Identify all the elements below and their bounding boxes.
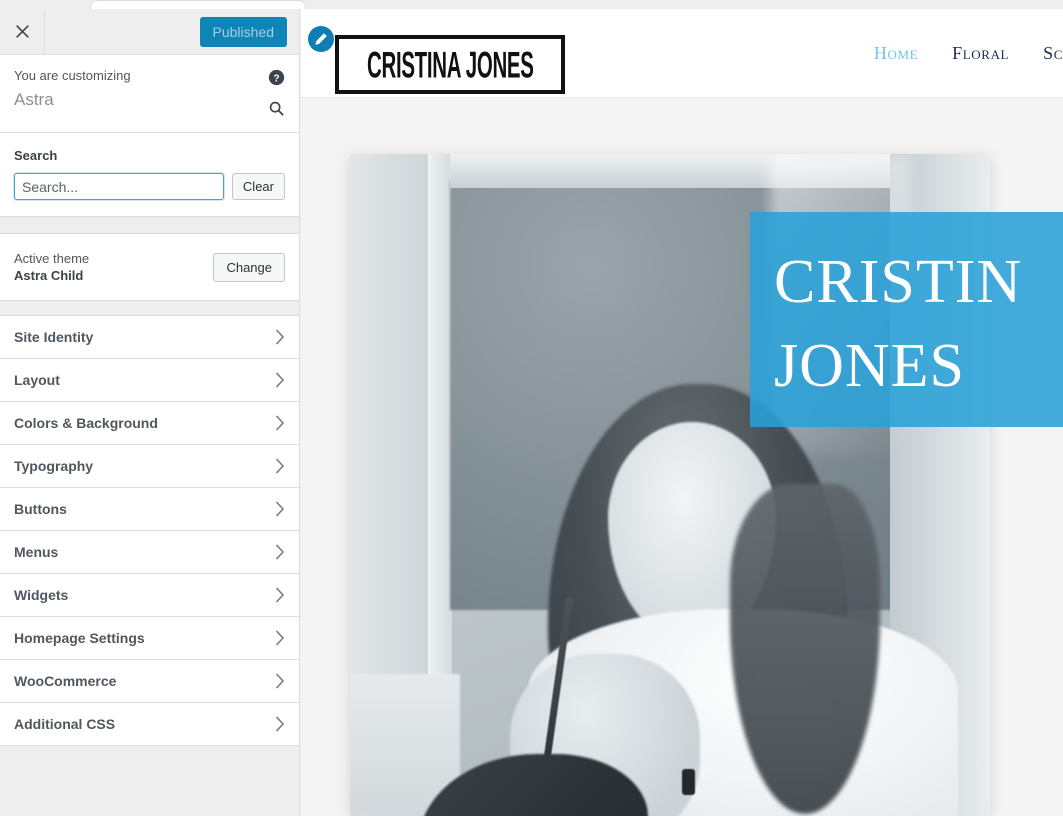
close-icon [15,25,29,38]
svg-text:?: ? [273,73,279,84]
nav-item-floral[interactable]: Floral [952,43,1009,64]
hero-overlay-text: CRISTIN JONES [774,248,1023,400]
close-customizer-button[interactable] [0,9,45,54]
panel-item-label: Layout [14,372,60,388]
panel-item-label: Homepage Settings [14,630,145,646]
chevron-right-icon [275,501,285,517]
chevron-right-icon [275,673,285,689]
site-header: CRISTINA JONES Home Floral Sc [301,9,1063,98]
nav-item-home[interactable]: Home [874,43,918,64]
nav-item-sc[interactable]: Sc [1043,43,1063,64]
panel-item-buttons[interactable]: Buttons [0,488,299,531]
customize-info-panel: You are customizing Astra ? [0,55,299,133]
panel-item-label: Widgets [14,587,69,603]
chevron-right-icon [275,587,285,603]
panel-item-menus[interactable]: Menus [0,531,299,574]
panel-item-additional-css[interactable]: Additional CSS [0,703,299,746]
panel-item-site-identity[interactable]: Site Identity [0,316,299,359]
chevron-right-icon [275,458,285,474]
help-icon[interactable]: ? [268,69,285,86]
panel-item-homepage-settings[interactable]: Homepage Settings [0,617,299,660]
change-theme-button[interactable]: Change [213,252,285,282]
browser-chrome-sliver [0,0,1063,9]
customizer-sidebar: Published You are customizing Astra ? Se… [0,9,300,816]
panel-item-label: Colors & Background [14,415,158,431]
customizer-action-bar: Published [0,9,299,55]
edit-shortcut-button[interactable] [308,26,334,52]
panel-item-typography[interactable]: Typography [0,445,299,488]
chevron-right-icon [275,716,285,732]
panel-item-colors-background[interactable]: Colors & Background [0,402,299,445]
search-row: Clear [14,173,285,200]
panel-item-layout[interactable]: Layout [0,359,299,402]
photo-layer-brush-tip [682,769,695,795]
panel-item-label: Typography [14,458,94,474]
browser-tab-edge[interactable] [90,0,306,9]
site-preview-frame: CRISTINA JONES Home Floral Sc CRISTIN JO… [301,9,1063,816]
active-theme-name: Astra Child [14,267,84,283]
panel-item-label: WooCommerce [14,673,117,689]
pencil-icon [315,33,327,45]
panel-item-woocommerce[interactable]: WooCommerce [0,660,299,703]
panel-item-label: Site Identity [14,329,94,345]
sidebar-gap-upper [0,217,299,233]
customizer-search-section: Search Clear [0,133,299,217]
hero-section: CRISTIN JONES [301,98,1063,816]
chevron-right-icon [275,544,285,560]
site-logo[interactable]: CRISTINA JONES [335,35,565,94]
panel-item-label: Buttons [14,501,67,517]
customize-info-title: Astra [14,90,54,109]
chevron-right-icon [275,329,285,345]
active-theme-label: Active theme [14,250,90,266]
panel-item-label: Menus [14,544,59,560]
active-theme-text: Active theme Astra Child [14,250,213,285]
sidebar-gap-lower [0,301,299,315]
active-theme-section: Active theme Astra Child Change [0,233,299,301]
customizer-panel-list: Site Identity Layout Colors & Background… [0,315,299,746]
search-label: Search [14,148,58,163]
primary-navigation: Home Floral Sc [874,9,1063,98]
browser-toolbar-remainder [306,0,1063,9]
panel-item-widgets[interactable]: Widgets [0,574,299,617]
publish-button[interactable]: Published [199,16,287,47]
clear-search-button[interactable]: Clear [231,173,285,200]
customize-info-label: You are customizing [14,68,131,83]
search-input[interactable] [14,173,224,200]
chevron-right-icon [275,415,285,431]
hero-title-overlay: CRISTIN JONES [750,212,1063,427]
site-logo-text: CRISTINA JONES [366,43,534,86]
chevron-right-icon [275,630,285,646]
chevron-right-icon [275,372,285,388]
search-icon[interactable] [268,100,285,117]
sidebar-footer-area [0,746,299,816]
panel-item-label: Additional CSS [14,716,116,732]
